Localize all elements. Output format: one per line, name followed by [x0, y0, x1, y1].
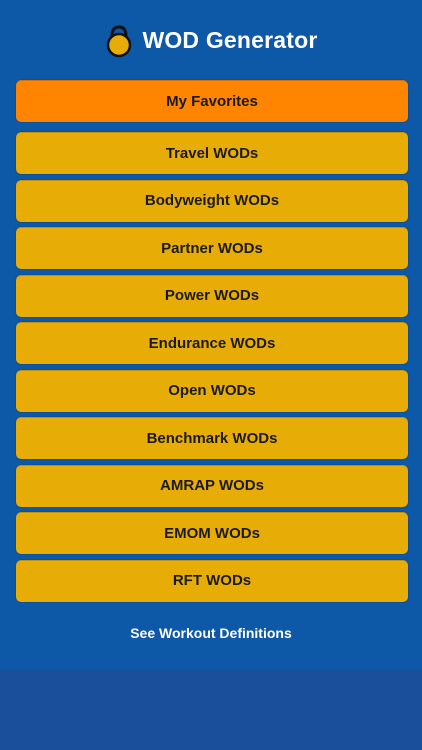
- rft-wods-button[interactable]: RFT WODs: [16, 559, 408, 602]
- app-screen: WOD Generator My Favorites Travel WODs B…: [0, 0, 422, 750]
- power-wods-button[interactable]: Power WODs: [16, 274, 408, 317]
- travel-wods-button[interactable]: Travel WODs: [16, 132, 408, 174]
- bodyweight-wods-button[interactable]: Bodyweight WODs: [16, 179, 408, 222]
- benchmark-wods-button[interactable]: Benchmark WODs: [16, 417, 408, 459]
- open-wods-button[interactable]: Open WODs: [16, 369, 408, 412]
- kettlebell-icon: [104, 24, 134, 58]
- endurance-wods-button[interactable]: Endurance WODs: [16, 322, 408, 364]
- main-panel: WOD Generator My Favorites Travel WODs B…: [0, 0, 422, 670]
- my-favorites-button[interactable]: My Favorites: [16, 80, 408, 122]
- header: WOD Generator: [14, 0, 408, 80]
- wod-menu: My Favorites Travel WODs Bodyweight WODs…: [14, 80, 408, 607]
- workout-definitions-link[interactable]: See Workout Definitions: [14, 625, 408, 641]
- emom-wods-button[interactable]: EMOM WODs: [16, 512, 408, 554]
- partner-wods-button[interactable]: Partner WODs: [16, 227, 408, 269]
- app-title: WOD Generator: [142, 26, 318, 53]
- amrap-wods-button[interactable]: AMRAP WODs: [16, 464, 408, 507]
